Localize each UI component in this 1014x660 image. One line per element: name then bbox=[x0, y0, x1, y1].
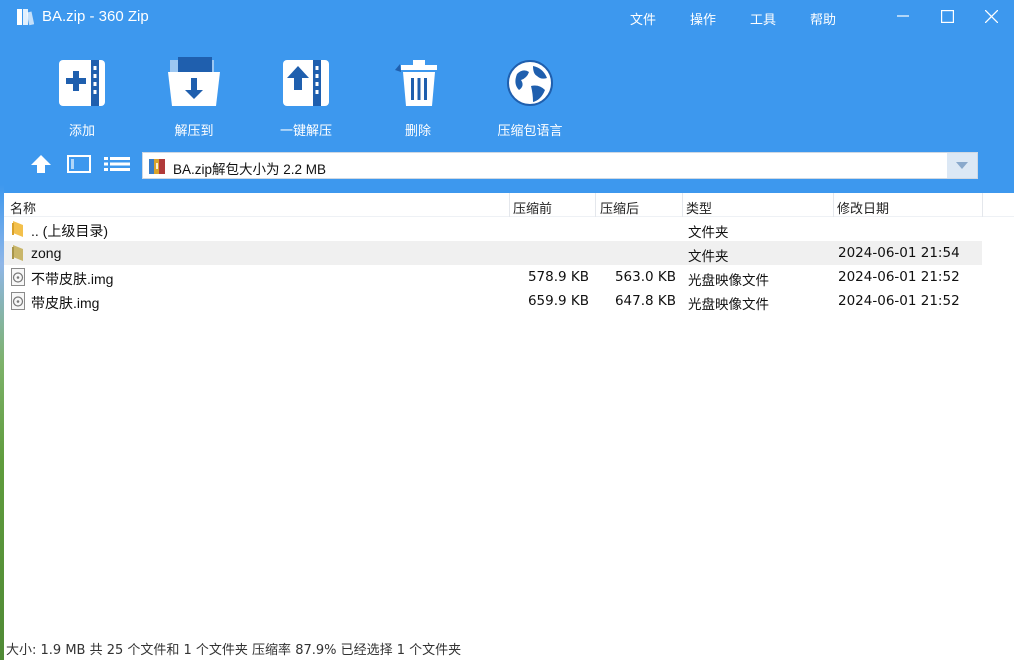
add-archive-icon bbox=[59, 60, 105, 106]
maximize-button[interactable] bbox=[924, 0, 970, 32]
status-bar: 大小: 1.9 MB 共 25 个文件和 1 个文件夹 压缩率 87.9% 已经… bbox=[6, 643, 462, 658]
file-type: 文件夹 bbox=[688, 225, 729, 241]
trash-icon bbox=[395, 60, 437, 106]
file-size-before: 578.9 KB bbox=[527, 269, 589, 285]
table-row[interactable]: zong 文件夹 2024-06-01 21:54 bbox=[4, 241, 982, 265]
column-divider[interactable] bbox=[509, 193, 510, 217]
file-size-after: 647.8 KB bbox=[614, 293, 676, 309]
file-type: 光盘映像文件 bbox=[688, 297, 769, 313]
list-view-button[interactable] bbox=[104, 153, 130, 175]
arrow-up-icon bbox=[31, 155, 51, 173]
column-divider[interactable] bbox=[682, 193, 683, 217]
column-modified[interactable]: 修改日期 bbox=[837, 198, 889, 217]
menu-file[interactable]: 文件 bbox=[630, 9, 656, 28]
column-before[interactable]: 压缩前 bbox=[513, 198, 552, 217]
close-button[interactable] bbox=[968, 0, 1014, 32]
menu-tools[interactable]: 工具 bbox=[750, 9, 776, 28]
thumbnail-view-icon bbox=[67, 155, 91, 173]
file-type: 光盘映像文件 bbox=[688, 273, 769, 289]
folder-icon bbox=[11, 220, 27, 238]
file-type: 文件夹 bbox=[688, 249, 729, 265]
menu-operate[interactable]: 操作 bbox=[690, 9, 716, 28]
globe-icon bbox=[507, 60, 553, 106]
file-name: 带皮肤.img bbox=[31, 295, 100, 311]
column-divider[interactable] bbox=[595, 193, 596, 217]
one-click-extract-label: 一键解压 bbox=[279, 124, 332, 139]
archive-language-button[interactable]: 压缩包语言 bbox=[485, 56, 575, 139]
app-logo-icon bbox=[16, 7, 35, 27]
add-button[interactable]: 添加 bbox=[37, 56, 127, 139]
disc-image-icon bbox=[11, 292, 27, 310]
delete-button[interactable]: 删除 bbox=[373, 56, 463, 139]
extract-to-label: 解压到 bbox=[174, 124, 214, 139]
path-text: BA.zip解包大小为 2.2 MB bbox=[173, 162, 327, 177]
quick-extract-icon bbox=[283, 60, 329, 106]
disc-image-icon bbox=[11, 268, 27, 286]
file-size-after: 563.0 KB bbox=[614, 269, 676, 285]
extract-folder-icon bbox=[168, 57, 220, 106]
menu-help[interactable]: 帮助 bbox=[810, 9, 836, 28]
file-name: zong bbox=[31, 245, 62, 261]
list-view-icon bbox=[104, 157, 130, 171]
table-row[interactable]: 带皮肤.img 659.9 KB 647.8 KB 光盘映像文件 2024-06… bbox=[4, 289, 982, 313]
column-type[interactable]: 类型 bbox=[686, 198, 712, 217]
one-click-extract-button[interactable]: 一键解压 bbox=[261, 56, 351, 139]
column-divider[interactable] bbox=[982, 193, 983, 217]
column-after[interactable]: 压缩后 bbox=[600, 198, 639, 217]
file-name: 不带皮肤.img bbox=[31, 271, 114, 287]
maximize-icon bbox=[940, 9, 954, 23]
file-modified: 2024-06-01 21:52 bbox=[838, 293, 960, 309]
file-size-before: 659.9 KB bbox=[527, 293, 589, 309]
add-label: 添加 bbox=[68, 124, 95, 139]
folder-icon bbox=[11, 244, 27, 262]
zip-archive-icon bbox=[149, 157, 167, 175]
path-bar[interactable]: BA.zip解包大小为 2.2 MB bbox=[142, 152, 978, 179]
close-icon bbox=[984, 9, 998, 23]
table-row[interactable]: 不带皮肤.img 578.9 KB 563.0 KB 光盘映像文件 2024-0… bbox=[4, 265, 982, 289]
window-title: BA.zip - 360 Zip bbox=[42, 8, 149, 25]
title-bar[interactable]: BA.zip - 360 Zip 文件 操作 工具 帮助 bbox=[4, 0, 1014, 34]
column-divider[interactable] bbox=[833, 193, 834, 217]
column-name[interactable]: 名称 bbox=[10, 198, 36, 217]
minimize-icon bbox=[897, 15, 909, 17]
up-directory-button[interactable] bbox=[28, 153, 54, 175]
minimize-button[interactable] bbox=[880, 0, 926, 32]
path-dropdown-button[interactable] bbox=[947, 153, 977, 178]
file-modified: 2024-06-01 21:52 bbox=[838, 269, 960, 285]
archive-language-label: 压缩包语言 bbox=[497, 124, 563, 139]
file-modified: 2024-06-01 21:54 bbox=[838, 245, 960, 261]
table-row[interactable]: .. (上级目录) 文件夹 bbox=[4, 217, 982, 241]
delete-label: 删除 bbox=[404, 124, 431, 139]
thumbnail-view-button[interactable] bbox=[66, 153, 92, 175]
column-header: 名称 压缩前 压缩后 类型 修改日期 bbox=[4, 193, 1014, 217]
chevron-down-icon bbox=[956, 161, 968, 169]
header-panel: BA.zip - 360 Zip 文件 操作 工具 帮助 添加 解压到 一键解压… bbox=[4, 0, 1014, 193]
app-window: BA.zip - 360 Zip 文件 操作 工具 帮助 添加 解压到 一键解压… bbox=[4, 0, 1014, 660]
extract-to-button[interactable]: 解压到 bbox=[149, 56, 239, 139]
file-name: .. (上级目录) bbox=[31, 223, 108, 239]
